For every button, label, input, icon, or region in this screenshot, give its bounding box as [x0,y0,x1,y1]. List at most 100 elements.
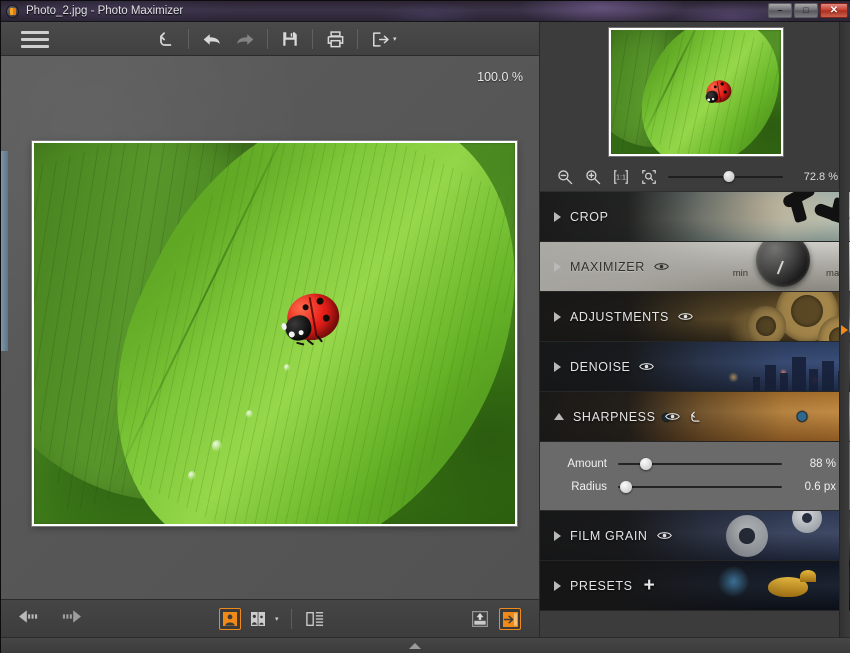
previous-image-button[interactable] [19,608,45,630]
navigator-preview[interactable] [540,22,850,162]
maximizer-min-label: min [732,268,748,279]
toolbar-divider [357,29,358,49]
section-adjustments[interactable]: ADJUSTMENTS [540,292,850,342]
printer-icon [327,30,343,47]
sharpness-radius-slider[interactable] [618,480,782,494]
sharpness-amount-slider-knob[interactable] [639,457,652,470]
denoise-visibility-eye-icon[interactable] [639,361,655,372]
compare-dropdown-caret[interactable]: ▾ [275,615,279,623]
close-button[interactable]: ✕ [820,3,848,18]
zoom-in-icon [585,169,600,184]
fit-to-window-button[interactable] [640,168,657,185]
image-canvas[interactable]: 100.0 % [1,56,539,599]
canvas-zoom-label: 100.0 % [477,70,523,84]
section-crop[interactable]: CROP [540,192,850,242]
export-dropdown-caret[interactable]: ▾ [393,35,397,43]
photo-frame [32,141,517,526]
title-bar: Photo_2.jpg - Photo Maximizer – □ ✕ [1,1,850,22]
bottom-divider [290,609,292,629]
compare-view-button[interactable] [247,608,269,630]
share-export-icon [372,31,389,47]
floppy-disk-icon [283,32,297,46]
actual-size-button[interactable]: 1:1 [612,168,629,185]
redo-button[interactable] [228,22,262,56]
maximizer-max-label: max [826,268,844,279]
sharpness-radius-label: Radius [571,480,607,493]
sharpness-radius-slider-knob[interactable] [620,480,633,493]
adjustments-expand-triangle-icon[interactable] [554,311,561,322]
sharpness-amount-label: Amount [567,457,607,470]
section-maximizer[interactable]: min max MAXIMIZER [540,242,850,292]
toolbar-divider [267,29,268,49]
upload-icon [472,611,488,627]
undo-arrow-icon [203,33,220,45]
navigator-zoom-slider[interactable] [668,170,783,184]
sharpness-collapse-triangle-icon[interactable] [554,413,564,420]
window-controls: – □ ✕ [768,3,848,18]
sharpness-visibility-eye-icon[interactable] [664,411,680,422]
navigator-zoom-slider-knob[interactable] [723,171,735,182]
main-photo-ladybug-on-leaf [34,143,515,524]
next-image-button[interactable] [55,608,81,630]
next-arrow-icon [62,610,81,623]
right-panel: 1:1 72.8 % CROP min max MAXIMIZER ADJUST… [539,22,850,637]
single-view-icon [223,612,237,626]
navigator-thumbnail[interactable] [609,28,783,156]
film-grain-expand-triangle-icon[interactable] [554,530,561,541]
sharpness-controls: Amount 88 % Radius 0.6 px [540,442,850,511]
presets-expand-triangle-icon[interactable] [554,580,561,591]
adjustment-sections: CROP min max MAXIMIZER ADJUSTMENTS DENOI… [540,192,850,611]
section-film-grain[interactable]: FILM GRAIN [540,511,850,561]
app-icon [6,4,19,18]
navigator-photo-ladybug [611,30,781,154]
minimize-button[interactable]: – [768,3,792,18]
panel-collapse-arrow-icon [841,324,848,335]
sharpness-amount-row: Amount 88 % [556,452,836,475]
before-after-icon [305,612,323,626]
denoise-label: DENOISE [570,359,631,374]
previous-arrow-icon [19,610,38,623]
denoise-expand-triangle-icon[interactable] [554,361,561,372]
revert-button[interactable] [149,22,183,56]
sharpness-label: SHARPNESS [573,409,656,424]
crop-expand-triangle-icon[interactable] [554,211,561,222]
redo-arrow-icon [236,33,253,45]
canvas-scroll-strip[interactable] [1,151,8,351]
single-view-button[interactable] [219,608,241,630]
section-sharpness[interactable]: SHARPNESS [540,392,850,442]
film-grain-visibility-eye-icon[interactable] [656,530,672,541]
print-button[interactable] [318,22,352,56]
status-bar [1,637,850,653]
compare-view-icon [251,612,265,626]
maximize-button[interactable]: □ [794,3,818,18]
zoom-out-icon [557,169,572,184]
window-title: Photo_2.jpg - Photo Maximizer [26,5,184,17]
section-denoise[interactable]: DENOISE [540,342,850,392]
revert-arrow-icon [159,31,171,46]
section-presets[interactable]: PRESETS + [540,561,850,611]
zoom-in-button[interactable] [584,168,601,185]
image-navigation-group [19,600,81,638]
export-image-button[interactable] [499,608,521,630]
upload-button[interactable] [469,608,491,630]
before-after-view-button[interactable] [304,608,326,630]
adjustments-visibility-eye-icon[interactable] [678,311,693,322]
sharpness-amount-slider[interactable] [618,457,782,471]
navigator-zoom-bar: 1:1 72.8 % [540,162,850,192]
sharpness-reset-icon[interactable] [689,410,703,424]
panel-collapse-handle[interactable] [839,22,849,637]
maximizer-expand-triangle-icon[interactable] [554,261,561,272]
zoom-out-button[interactable] [556,168,573,185]
maximizer-visibility-eye-icon[interactable] [653,261,669,272]
expand-filmstrip-icon[interactable] [409,643,421,649]
close-icon: ✕ [829,4,839,16]
hamburger-menu-icon[interactable] [21,30,49,49]
sharpness-radius-row: Radius 0.6 px [556,475,836,498]
add-preset-plus-icon[interactable]: + [644,576,655,595]
undo-button[interactable] [194,22,228,56]
export-button[interactable] [363,22,397,56]
save-button[interactable] [273,22,307,56]
maximize-icon: □ [803,5,809,15]
adjustments-label: ADJUSTMENTS [570,309,669,324]
navigator-zoom-value: 72.8 % [803,170,838,183]
